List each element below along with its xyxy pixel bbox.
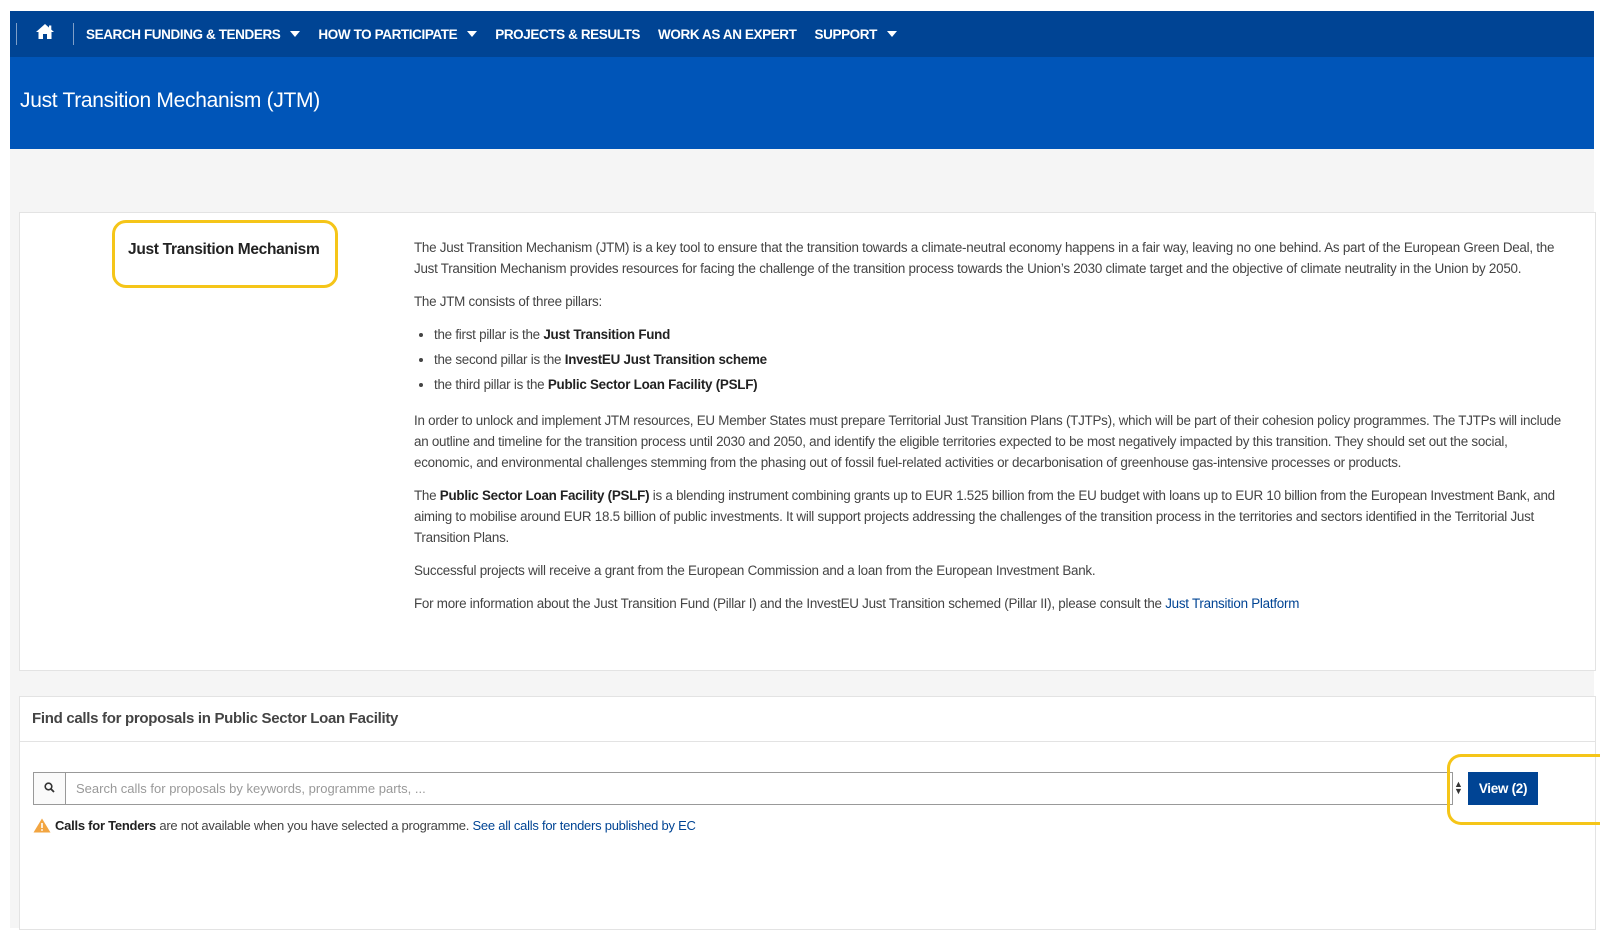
list-item: the third pillar is the Public Sector Lo… [434,374,1564,395]
pillars-list: the first pillar is the Just Transition … [414,324,1564,395]
nav-item-label: WORK AS AN EXPERT [658,26,797,42]
nav-projects-results[interactable]: PROJECTS & RESULTS [495,27,640,42]
notice-bold: Calls for Tenders [55,818,156,833]
chevron-down-icon [467,31,478,37]
home-button[interactable] [17,11,73,57]
nav-divider [73,23,74,45]
panel-header: Find calls for proposals in Public Secto… [20,697,1595,742]
page-header: Just Transition Mechanism (JTM) [10,57,1594,149]
list-item: the first pillar is the Just Transition … [434,324,1564,345]
tenders-notice: Calls for Tenders are not available when… [33,818,696,833]
nav-support[interactable]: SUPPORT [815,27,905,42]
search-icon [44,780,55,798]
page-title: Just Transition Mechanism (JTM) [20,89,320,112]
home-icon [35,23,55,45]
nav-item-label: SUPPORT [814,26,878,42]
list-item: the second pillar is the InvestEU Just T… [434,349,1564,370]
intro-paragraph: The Just Transition Mechanism (JTM) is a… [414,240,1555,276]
success-paragraph: Successful projects will receive a grant… [414,563,1096,578]
warning-icon [33,818,51,833]
panel-heading: Find calls for proposals in Public Secto… [32,710,399,727]
programme-description-card: Just Transition Mechanism The Just Trans… [19,212,1596,671]
pslf-paragraph: The Public Sector Loan Facility (PSLF) i… [414,488,1555,545]
top-navigation: SEARCH FUNDING & TENDERS HOW TO PARTICIP… [10,11,1594,57]
search-input[interactable] [66,772,1453,805]
chevron-down-icon [886,31,897,37]
tjtp-paragraph: In order to unlock and implement JTM res… [414,413,1561,470]
search-button[interactable] [33,772,66,805]
page-frame: SEARCH FUNDING & TENDERS HOW TO PARTICIP… [10,11,1600,930]
more-info-paragraph: For more information about the Just Tran… [414,596,1300,611]
programme-description: The Just Transition Mechanism (JTM) is a… [414,237,1564,626]
nav-item-label: PROJECTS & RESULTS [495,26,641,42]
highlight-annotation [1447,754,1600,825]
all-tenders-link[interactable]: See all calls for tenders published by E… [472,818,695,833]
just-transition-platform-link[interactable]: Just Transition Platform [1165,596,1299,611]
programme-title: Just Transition Mechanism [128,241,320,258]
nav-how-to-participate[interactable]: HOW TO PARTICIPATE [318,27,485,42]
nav-item-label: HOW TO PARTICIPATE [318,26,458,42]
nav-item-label: SEARCH FUNDING & TENDERS [86,26,281,42]
nav-search-funding-tenders[interactable]: SEARCH FUNDING & TENDERS [86,27,308,42]
search-calls-panel: Find calls for proposals in Public Secto… [19,696,1596,930]
pillars-intro: The JTM consists of three pillars: [414,294,602,309]
chevron-down-icon [290,31,301,37]
nav-work-as-expert[interactable]: WORK AS AN EXPERT [658,26,797,42]
notice-text: are not available when you have selected… [155,818,473,833]
